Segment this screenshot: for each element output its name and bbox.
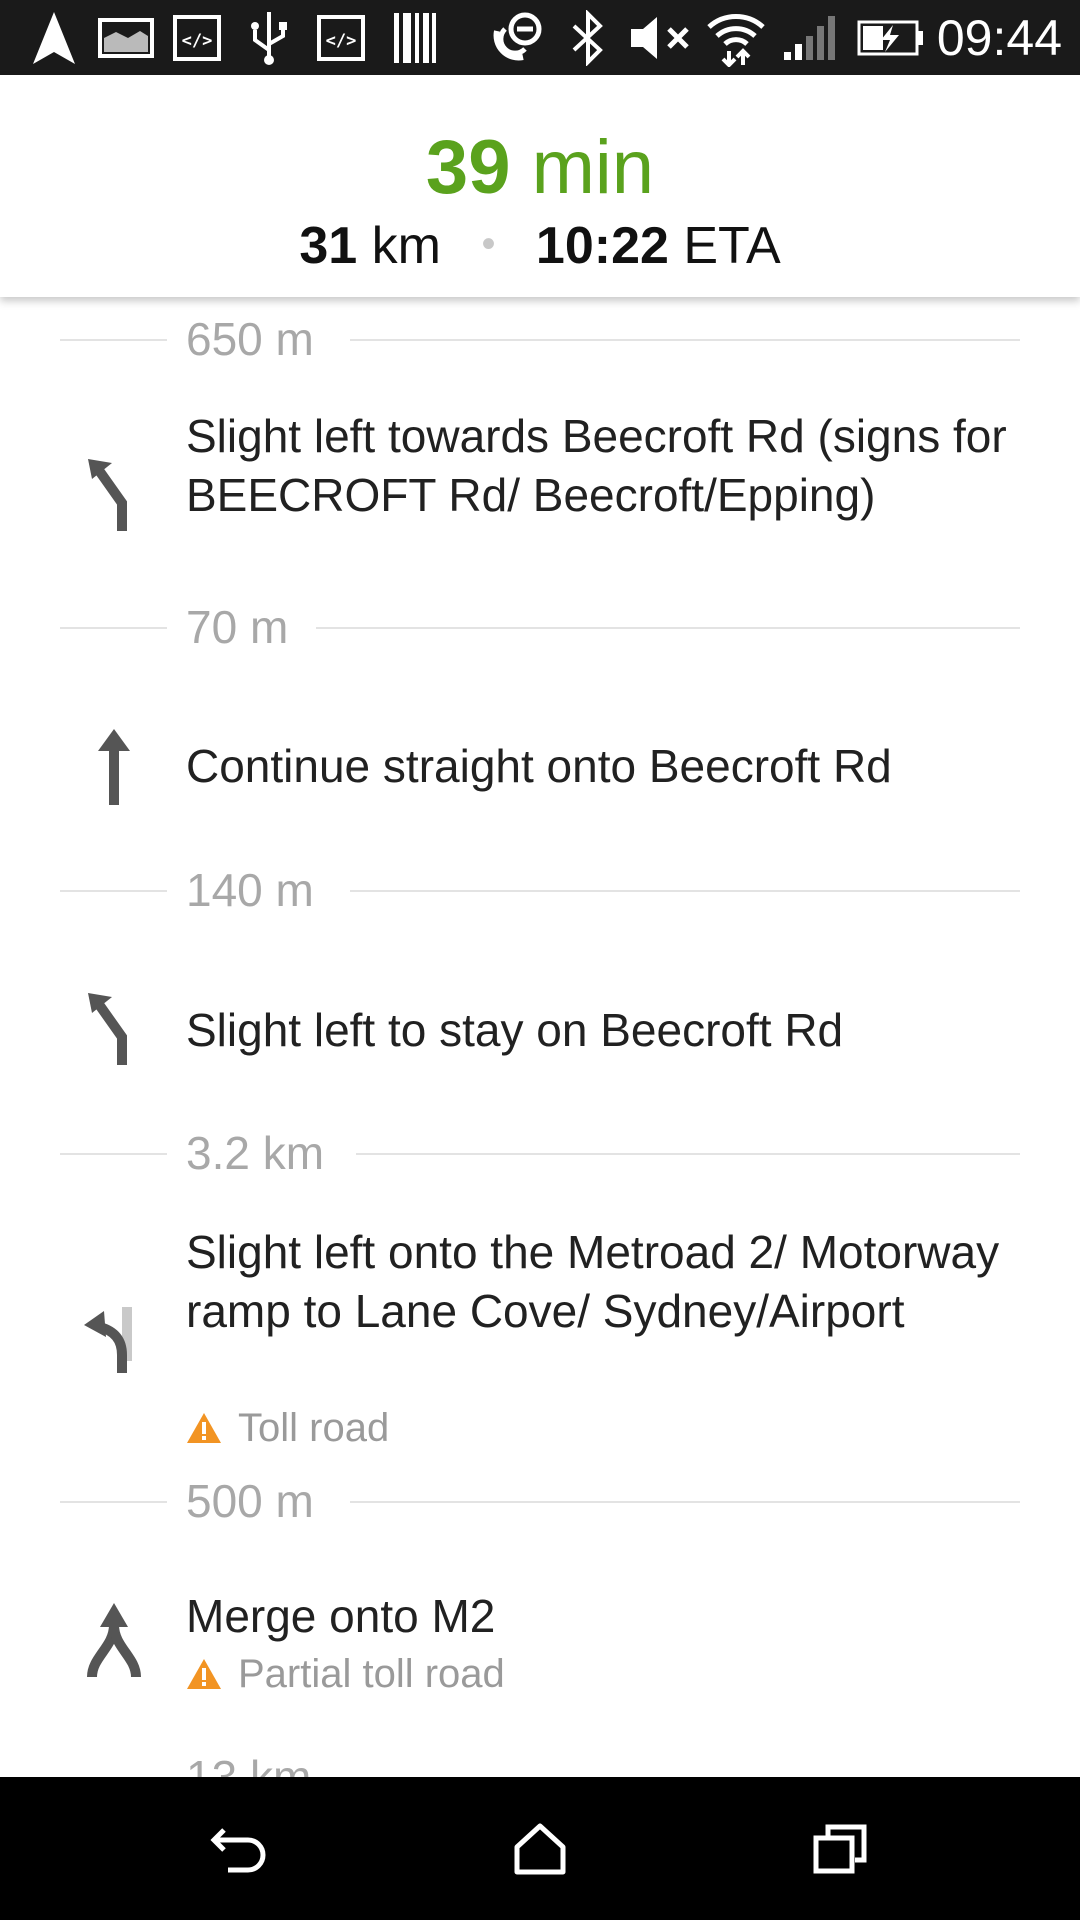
status-bar: </> </> 09:44 bbox=[0, 0, 1080, 75]
svg-text:</>: </> bbox=[182, 31, 213, 51]
eta-label: ETA bbox=[683, 217, 781, 275]
eta-time: 10:22 bbox=[535, 217, 669, 275]
toll-warning: Toll road bbox=[186, 1403, 389, 1453]
wifi-icon bbox=[704, 10, 768, 67]
ramp-left-arrow-icon bbox=[84, 1307, 132, 1373]
bluetooth-icon bbox=[566, 10, 610, 66]
list-item[interactable]: Merge onto M2 Partial toll road bbox=[0, 1587, 1080, 1727]
code-icon: </> bbox=[172, 10, 222, 66]
distance-divider: 13 km bbox=[60, 1747, 1020, 1777]
list-item[interactable]: Continue straight onto Beecroft Rd bbox=[0, 727, 1080, 807]
usb-icon bbox=[244, 10, 294, 66]
distance-divider: 3.2 km bbox=[60, 1123, 1020, 1183]
recents-icon[interactable] bbox=[804, 1813, 876, 1885]
step-instruction: Merge onto M2 bbox=[186, 1590, 496, 1642]
distance-unit: km bbox=[371, 217, 441, 275]
warning-icon bbox=[187, 1659, 221, 1689]
distance-divider: 650 m bbox=[60, 309, 1020, 369]
distance-label: 13 km bbox=[186, 1747, 332, 1777]
mute-icon bbox=[628, 10, 694, 66]
toll-warning: Partial toll road bbox=[186, 1649, 505, 1699]
distance-value: 31 bbox=[299, 217, 358, 275]
separator-dot: • bbox=[481, 222, 496, 266]
back-icon[interactable] bbox=[204, 1813, 276, 1885]
svg-text:</>: </> bbox=[326, 31, 357, 51]
route-summary-header: 39 min 31 km • 10:22 ETA bbox=[0, 75, 1080, 297]
directions-list[interactable]: 650 m Slight left towards Beecroft Rd (s… bbox=[0, 297, 1080, 1777]
barcode-icon bbox=[390, 10, 440, 66]
warning-icon bbox=[187, 1413, 221, 1443]
image-icon bbox=[96, 10, 156, 66]
distance-label: 70 m bbox=[186, 597, 309, 657]
warning-label: Toll road bbox=[238, 1406, 390, 1450]
signal-icon bbox=[780, 10, 842, 66]
distance-divider: 500 m bbox=[60, 1471, 1020, 1531]
list-item[interactable]: Slight left to stay on Beecroft Rd bbox=[0, 991, 1080, 1071]
slight-left-arrow-icon bbox=[88, 993, 127, 1065]
duration-unit: min bbox=[531, 125, 655, 210]
warning-label: Partial toll road bbox=[238, 1652, 505, 1696]
clock: 09:44 bbox=[936, 10, 1062, 66]
list-item[interactable]: Slight left towards Beecroft Rd (signs f… bbox=[0, 407, 1080, 587]
slight-left-arrow-icon bbox=[88, 459, 127, 531]
step-instruction: Slight left to stay on Beecroft Rd bbox=[186, 1004, 844, 1056]
distance-divider: 70 m bbox=[60, 597, 1020, 657]
home-icon[interactable] bbox=[504, 1813, 576, 1885]
distance-label: 140 m bbox=[186, 860, 334, 920]
duration-value: 39 bbox=[425, 125, 511, 210]
code-icon: </> bbox=[316, 10, 366, 66]
battery-charging-icon bbox=[856, 10, 926, 66]
directions-screen: </> </> 09:44 39 min 31 km • 10:22 ETA 6… bbox=[0, 0, 1080, 1920]
trip-meta: 31 km • 10:22 ETA bbox=[0, 211, 1080, 279]
distance-label: 650 m bbox=[186, 309, 334, 369]
step-instruction: Slight left onto the Metroad 2/ Motorway… bbox=[186, 1226, 1000, 1337]
distance-label: 500 m bbox=[186, 1471, 334, 1531]
nfc-icon bbox=[488, 10, 544, 66]
distance-label: 3.2 km bbox=[186, 1123, 345, 1183]
merge-arrow-icon bbox=[87, 1603, 141, 1678]
step-instruction: Continue straight onto Beecroft Rd bbox=[186, 740, 892, 792]
straight-arrow-icon bbox=[98, 729, 130, 805]
step-instruction: Slight left towards Beecroft Rd (signs f… bbox=[186, 410, 1007, 521]
trip-duration: 39 min bbox=[0, 123, 1080, 213]
navigation-bar bbox=[0, 1777, 1080, 1920]
distance-divider: 140 m bbox=[60, 860, 1020, 920]
navigation-arrow-icon bbox=[28, 10, 80, 66]
list-item[interactable]: Slight left onto the Metroad 2/ Motorway… bbox=[0, 1223, 1080, 1483]
